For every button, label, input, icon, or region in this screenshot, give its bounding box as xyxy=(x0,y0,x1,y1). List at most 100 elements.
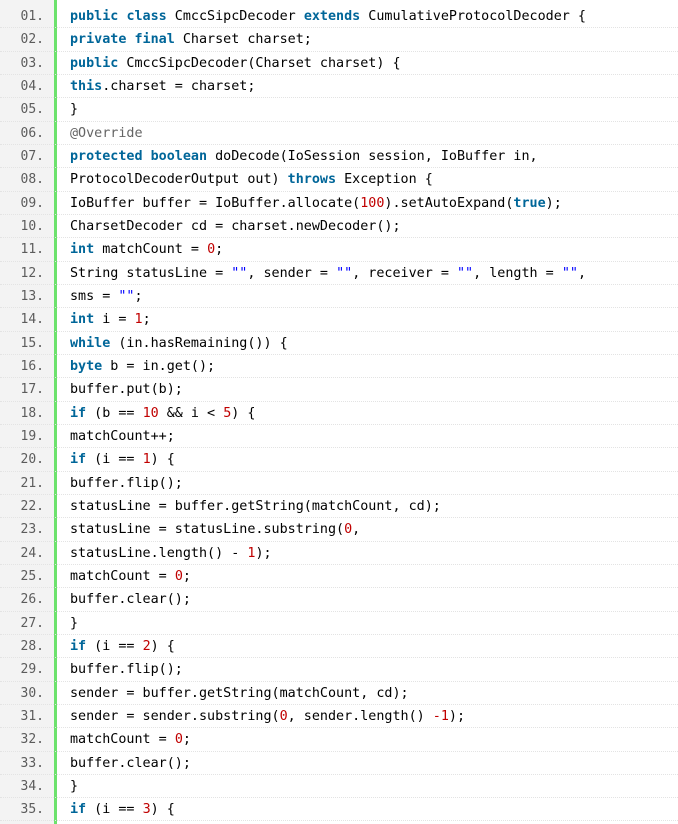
code-line: 31. sender = sender.substring(0, sender.l… xyxy=(0,705,678,729)
line-number: 26. xyxy=(20,592,44,608)
string-token: "" xyxy=(231,265,248,281)
keyword-token: class xyxy=(126,9,167,24)
code-line: 30. sender = buffer.getString(matchCount,… xyxy=(0,682,678,705)
code-line: 18. if (b == 10 && i < 5) { xyxy=(0,402,678,425)
number-token: 100 xyxy=(360,195,385,211)
code-line: 25. matchCount = 0; xyxy=(0,565,678,589)
code-block: 01. public class CmccSipcDecoder extends … xyxy=(0,0,678,824)
code-token: (i == xyxy=(86,452,143,468)
keyword-token: int xyxy=(70,312,95,328)
line-number: 01. xyxy=(20,9,44,24)
code-token: IoBuffer buffer = IoBuffer.allocate( xyxy=(70,195,361,211)
line-code: byte b = in.get(); xyxy=(70,355,215,378)
code-line: 28. if (i == 2) { xyxy=(0,635,678,659)
keyword-token: byte xyxy=(70,358,103,374)
code-token: sender = sender.substring( xyxy=(70,708,280,724)
code-line: 08. ProtocolDecoderOutput out) throws Exc… xyxy=(0,168,678,192)
line-code: } xyxy=(70,775,78,798)
line-number: 33. xyxy=(20,755,44,771)
code-token: ; xyxy=(182,568,191,584)
number-token: 0 xyxy=(174,732,183,748)
code-line: 11. int matchCount = 0; xyxy=(0,238,678,262)
code-token: matchCount = xyxy=(70,568,175,584)
code-token: ); xyxy=(255,545,272,561)
keyword-token: while xyxy=(70,335,111,351)
code-token: Charset charset; xyxy=(174,32,312,48)
code-line: 07. protected boolean doDecode(IoSession … xyxy=(0,145,678,169)
code-token: CumulativeProtocolDecoder { xyxy=(360,9,586,24)
line-code: if (i == 2) { xyxy=(70,635,175,658)
line-number: 04. xyxy=(20,78,44,94)
line-code: if (i == 3) { xyxy=(70,798,175,821)
code-token: (i == xyxy=(86,802,143,818)
line-number: 07. xyxy=(20,148,44,164)
code-token: , length = xyxy=(473,265,562,281)
line-number: 29. xyxy=(20,662,44,678)
number-token: 0 xyxy=(207,242,216,258)
code-token: ) { xyxy=(231,405,256,421)
code-token: buffer.clear(); xyxy=(70,755,191,771)
keyword-token: true xyxy=(513,195,546,211)
keyword-token: final xyxy=(134,32,175,48)
line-code: buffer.clear(); xyxy=(70,752,191,775)
code-token: (in.hasRemaining()) { xyxy=(110,335,288,351)
code-line: 26. buffer.clear(); xyxy=(0,588,678,612)
code-line: 21. buffer.flip(); xyxy=(0,472,678,495)
line-code: this.charset = charset; xyxy=(70,75,255,98)
code-line: 09. IoBuffer buffer = IoBuffer.allocate(1… xyxy=(0,192,678,215)
line-number: 10. xyxy=(20,218,44,234)
code-token: ) { xyxy=(150,802,175,818)
line-number: 06. xyxy=(20,125,44,141)
line-number: 17. xyxy=(20,382,44,398)
line-code: protected boolean doDecode(IoSession ses… xyxy=(70,145,538,168)
code-token: String statusLine = xyxy=(70,265,232,281)
line-number: 22. xyxy=(20,498,44,514)
line-number: 28. xyxy=(20,638,44,654)
code-token: sms = xyxy=(70,288,119,304)
code-token: sender = buffer.getString(matchCount, cd… xyxy=(70,685,409,701)
code-token: ; xyxy=(215,242,224,258)
code-token: CmccSipcDecoder(Charset charset) { xyxy=(118,55,401,71)
line-code: buffer.flip(); xyxy=(70,658,183,681)
string-token: "" xyxy=(457,265,474,281)
line-code: statusLine = buffer.getString(matchCount… xyxy=(70,495,441,518)
string-token: "" xyxy=(336,265,353,281)
line-code: private final Charset charset; xyxy=(70,28,312,51)
line-number: 15. xyxy=(20,335,44,351)
keyword-token: throws xyxy=(287,172,337,188)
line-code: sender = sender.substring(0, sender.leng… xyxy=(70,705,465,728)
line-number: 14. xyxy=(20,312,44,328)
code-token: ) { xyxy=(150,452,175,468)
line-code: if (i == 1) { xyxy=(70,448,175,471)
code-token: , receiver = xyxy=(352,265,457,281)
line-code: } xyxy=(70,98,78,121)
line-code: } xyxy=(70,612,78,635)
code-line: 19. matchCount++; xyxy=(0,425,678,449)
number-token: 3 xyxy=(142,802,151,818)
code-token: i = xyxy=(94,312,135,328)
code-token: } xyxy=(70,102,79,118)
code-line: 20. if (i == 1) { xyxy=(0,448,678,472)
code-line: 03. public CmccSipcDecoder(Charset charse… xyxy=(0,52,678,75)
line-number: 13. xyxy=(20,288,44,304)
code-line: 29. buffer.flip(); xyxy=(0,658,678,682)
string-token: "" xyxy=(118,288,135,304)
line-number: 24. xyxy=(20,545,44,561)
number-token: -1 xyxy=(432,708,449,724)
code-line: 33. buffer.clear(); xyxy=(0,752,678,775)
code-token: statusLine = buffer.getString(matchCount… xyxy=(70,498,441,514)
keyword-token: if xyxy=(70,405,87,421)
code-line: 02. private final Charset charset; xyxy=(0,28,678,52)
line-code: String statusLine = "", sender = "", rec… xyxy=(70,262,586,285)
code-token: .charset = charset; xyxy=(102,78,256,94)
code-token: buffer.flip(); xyxy=(70,662,183,678)
line-number: 31. xyxy=(20,708,44,724)
number-token: 1 xyxy=(134,312,143,328)
code-line: 01. public class CmccSipcDecoder extends … xyxy=(0,5,678,29)
code-token: ; xyxy=(142,312,151,328)
line-code: public class CmccSipcDecoder extends Cum… xyxy=(70,5,586,28)
line-number: 11. xyxy=(20,242,44,258)
code-token: buffer.clear(); xyxy=(70,592,191,608)
code-line: 34.} xyxy=(0,775,678,799)
